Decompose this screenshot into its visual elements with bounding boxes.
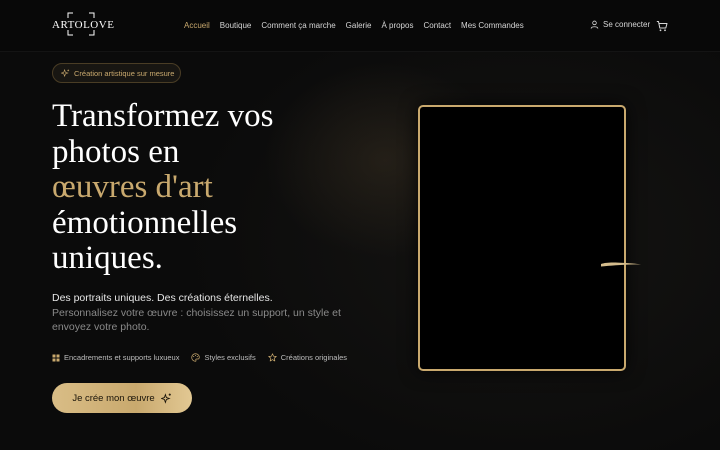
nav-item-boutique[interactable]: Boutique (220, 21, 252, 30)
sparkles-icon (61, 68, 70, 77)
grid-icon (52, 354, 60, 361)
cart-icon[interactable] (656, 20, 668, 32)
nav-item-a-propos[interactable]: À propos (381, 21, 413, 30)
sparkles-icon (160, 392, 171, 404)
nav-item-accueil[interactable]: Accueil (184, 21, 210, 30)
star-icon (268, 353, 277, 362)
main-nav: Accueil Boutique Comment ça marche Galer… (184, 21, 524, 30)
feature-list: Encadrements et supports luxueux Styles … (52, 353, 347, 362)
badge-label: Création artistique sur mesure (74, 68, 175, 78)
creation-badge: Création artistique sur mesure (52, 63, 181, 83)
nav-item-contact[interactable]: Contact (423, 21, 451, 30)
feature-item: Encadrements et supports luxueux (52, 353, 179, 362)
cta-label: Je crée mon œuvre (72, 392, 155, 404)
feature-item: Créations originales (268, 353, 347, 362)
feature-label: Encadrements et supports luxueux (64, 353, 180, 362)
headline-line-4: émotionnelles (52, 204, 238, 241)
palette-icon (191, 353, 201, 362)
page: ARTOLOVE Accueil Boutique Comment ça mar… (0, 0, 720, 450)
user-icon (590, 20, 599, 29)
headline-line-5: uniques. (52, 240, 163, 276)
nav-item-mes-commandes[interactable]: Mes Commandes (461, 21, 524, 30)
nav-item-comment-ca-marche[interactable]: Comment ça marche (261, 21, 335, 30)
headline-highlight: œuvres d'art (52, 169, 213, 205)
nav-item-galerie[interactable]: Galerie (346, 21, 372, 30)
login-button[interactable]: Se connecter (590, 20, 650, 29)
logo[interactable]: ARTOLOVE (52, 11, 115, 37)
artwork-frame (418, 105, 626, 371)
feature-item: Styles exclusifs (191, 353, 256, 362)
headline-line-2: photos en (52, 133, 180, 170)
login-label: Se connecter (603, 20, 651, 29)
site-header: ARTOLOVE Accueil Boutique Comment ça mar… (0, 0, 720, 52)
logo-text: ARTOLOVE (52, 19, 115, 31)
hero-headline: Transformez vos photos en œuvres d'art é… (52, 98, 372, 277)
create-artwork-button[interactable]: Je crée mon œuvre (52, 383, 192, 413)
hero-subtitle: Des portraits uniques. Des créations éte… (52, 292, 273, 304)
hero-description: Personnalisez votre œuvre : choisissez u… (52, 307, 341, 333)
gold-brush-stroke (601, 262, 641, 267)
headline-line-1: Transformez vos (52, 98, 274, 134)
feature-label: Styles exclusifs (204, 353, 256, 362)
feature-label: Créations originales (280, 353, 348, 362)
